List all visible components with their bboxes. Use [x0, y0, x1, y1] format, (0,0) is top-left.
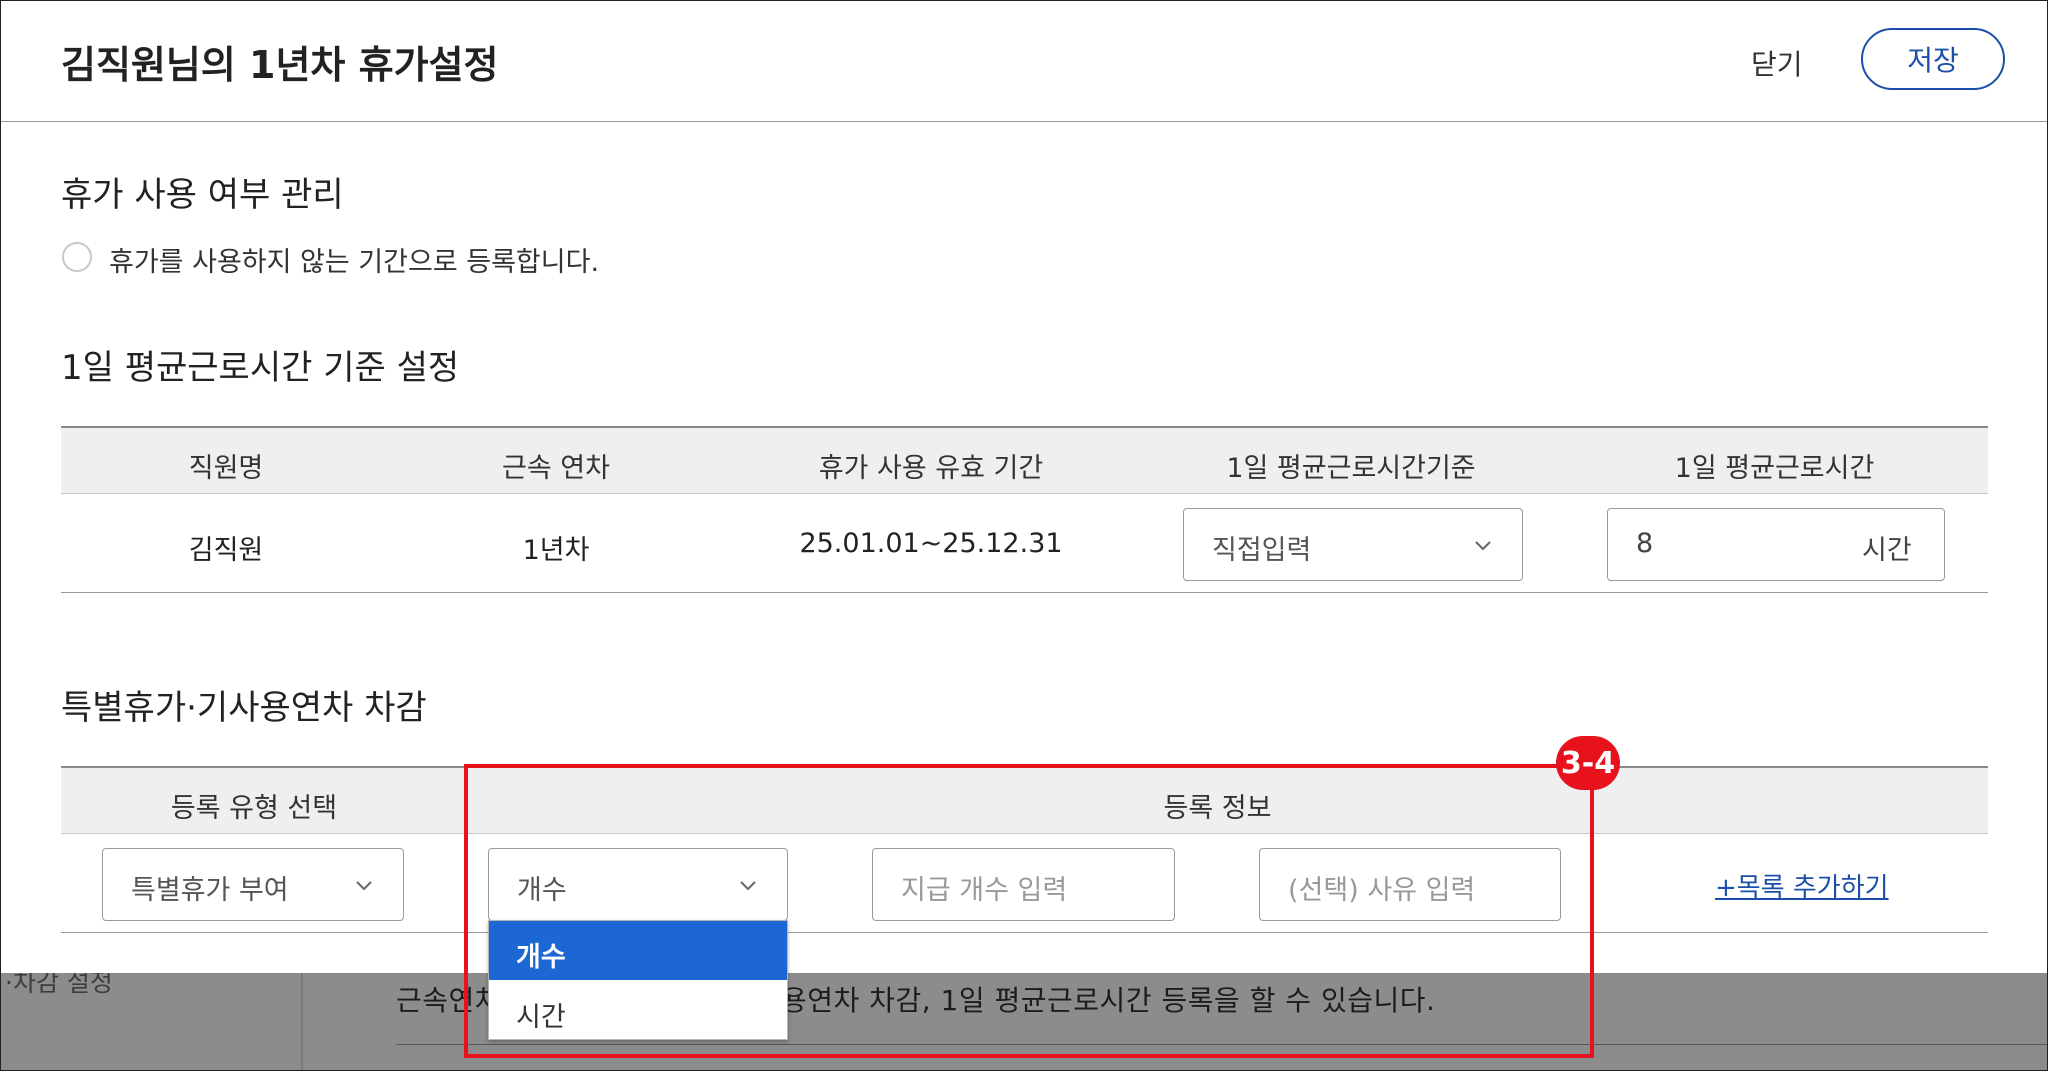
avg-hours-input[interactable]: 8 시간	[1607, 508, 1945, 581]
screenshot-frame: ·차감 설정 근속연차 용연차 차감, 1일 평균근로시간 등록을 할 수 있습…	[0, 0, 2048, 1071]
header-divider	[1, 121, 2047, 122]
avg-hours-value: 8	[1636, 528, 1654, 559]
special-header-type: 등록 유형 선택	[170, 793, 338, 824]
employee-name: 김직원	[188, 535, 264, 566]
basis-select[interactable]: 직접입력	[1183, 508, 1523, 581]
usage-section-title: 휴가 사용 여부 관리	[61, 175, 344, 215]
avg-header-name: 직원명	[188, 453, 264, 484]
background-divider	[301, 973, 303, 1070]
avg-table-header-line	[61, 493, 1988, 494]
modal-title: 김직원님의 1년차 휴가설정	[61, 43, 499, 87]
add-list-link[interactable]: +목록 추가하기	[1715, 867, 1889, 904]
close-button[interactable]: 닫기	[1751, 43, 1803, 83]
avg-hours-unit: 시간	[1862, 535, 1912, 566]
valid-period: 25.01.01~25.12.31	[799, 528, 1063, 559]
chevron-down-icon	[1475, 541, 1491, 551]
avg-header-period: 휴가 사용 유효 기간	[818, 453, 1044, 484]
avg-header-tenure: 근속 연차	[502, 453, 610, 484]
unused-period-radio-label: 휴가를 사용하지 않는 기간으로 등록합니다.	[109, 247, 600, 278]
avg-header-basis: 1일 평균근로시간기준	[1226, 453, 1476, 484]
avg-hours-section-title: 1일 평균근로시간 기준 설정	[61, 348, 460, 388]
annotation-step-badge: 3-4	[1556, 736, 1620, 790]
avg-header-hours: 1일 평균근로시간	[1674, 453, 1875, 484]
special-section-title: 특별휴가·기사용연차 차감	[61, 688, 427, 728]
avg-table-top-line	[61, 426, 1988, 428]
save-button[interactable]: 저장	[1861, 28, 2005, 90]
chevron-down-icon	[356, 881, 372, 891]
unused-period-radio[interactable]	[62, 242, 92, 272]
registration-type-value: 특별휴가 부여	[131, 875, 289, 906]
avg-table-bottom-line	[61, 592, 1988, 593]
annotation-highlight-box	[464, 764, 1594, 1058]
registration-type-select[interactable]: 특별휴가 부여	[102, 848, 404, 921]
employee-tenure: 1년차	[522, 535, 590, 566]
basis-select-value: 직접입력	[1212, 535, 1312, 566]
